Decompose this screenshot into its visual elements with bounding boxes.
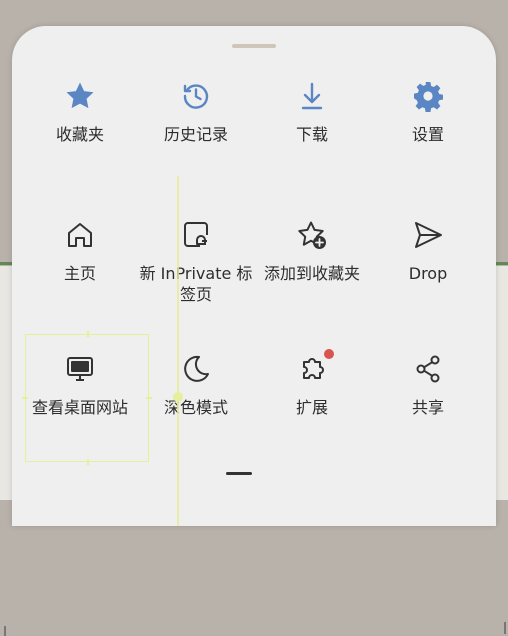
history-icon xyxy=(180,80,212,112)
favorites-label: 收藏夹 xyxy=(55,125,104,144)
background-page-right xyxy=(494,266,508,634)
view-desktop-site-label: 查看桌面网站 xyxy=(31,398,128,417)
dark-mode-button[interactable]: 深色模式 xyxy=(136,353,256,418)
desktop-site-icon xyxy=(64,353,96,385)
history-label: 历史记录 xyxy=(163,125,228,144)
notification-dot xyxy=(324,349,334,359)
share-button[interactable]: 共享 xyxy=(368,353,488,418)
send-icon xyxy=(412,219,444,251)
extensions-icon xyxy=(296,349,334,385)
extensions-label: 扩展 xyxy=(295,398,328,417)
extensions-button[interactable]: 扩展 xyxy=(252,349,372,418)
add-to-favorites-button[interactable]: 添加到收藏夹 xyxy=(252,219,372,284)
history-button[interactable]: 历史记录 xyxy=(136,80,256,145)
new-inprivate-tab-label: 新 InPrivate 标签页 xyxy=(139,264,253,304)
downloads-button[interactable]: 下载 xyxy=(252,80,372,145)
gesture-bar xyxy=(226,472,252,475)
add-to-favorites-label: 添加到收藏夹 xyxy=(263,264,360,283)
gear-icon xyxy=(412,80,444,112)
home-icon xyxy=(64,219,96,251)
settings-label: 设置 xyxy=(411,125,444,144)
moon-icon xyxy=(180,353,212,385)
share-icon xyxy=(412,353,444,385)
home-button[interactable]: 主页 xyxy=(20,219,140,284)
home-label: 主页 xyxy=(63,264,96,283)
star-icon xyxy=(64,80,96,112)
inprivate-tab-icon xyxy=(180,219,212,251)
view-desktop-site-button[interactable]: 查看桌面网站 xyxy=(20,353,140,418)
new-inprivate-tab-button[interactable]: 新 InPrivate 标签页 xyxy=(136,219,256,305)
dark-mode-label: 深色模式 xyxy=(163,398,228,417)
favorites-button[interactable]: 收藏夹 xyxy=(20,80,140,145)
menu-bottom-sheet: 收藏夹 历史记录 下载 设置 主页 新 InPrivate 标签页 添加到收藏夹… xyxy=(12,26,496,526)
download-icon xyxy=(296,80,328,112)
share-label: 共享 xyxy=(411,398,444,417)
drop-label: Drop xyxy=(408,264,448,283)
sheet-drag-handle[interactable] xyxy=(232,44,276,48)
settings-button[interactable]: 设置 xyxy=(368,80,488,145)
drop-button[interactable]: Drop xyxy=(368,219,488,284)
add-favorite-icon xyxy=(296,219,328,251)
downloads-label: 下载 xyxy=(295,125,328,144)
